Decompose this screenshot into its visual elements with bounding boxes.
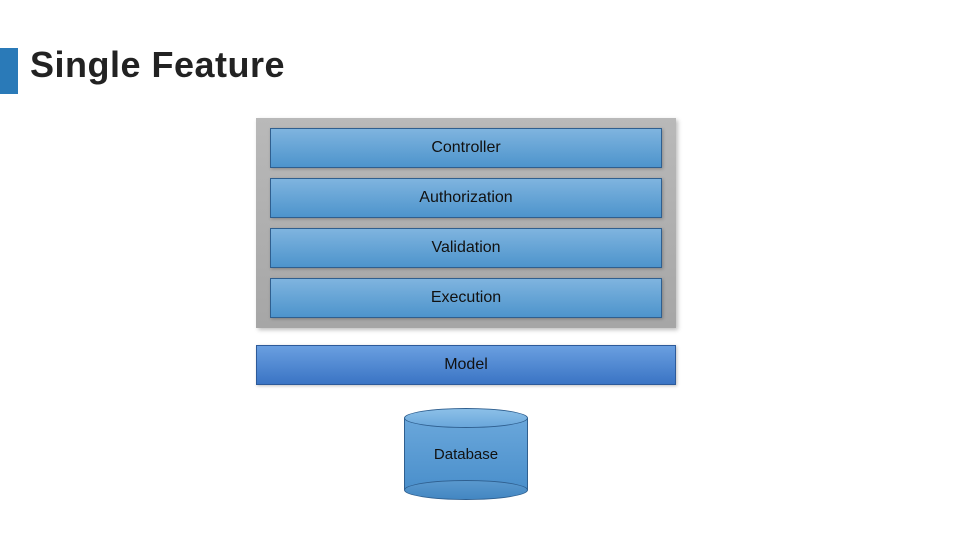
database-label: Database xyxy=(404,446,528,463)
layer-model: Model xyxy=(256,345,676,385)
slide-title: Single Feature xyxy=(30,44,285,86)
layer-validation: Validation xyxy=(270,228,662,268)
database-top-ellipse xyxy=(404,408,528,428)
layer-authorization: Authorization xyxy=(270,178,662,218)
title-accent-bar xyxy=(0,48,18,94)
layer-controller: Controller xyxy=(270,128,662,168)
feature-stack-container: Controller Authorization Validation Exec… xyxy=(256,118,676,328)
database-bottom-ellipse xyxy=(404,480,528,500)
database-cylinder: Database xyxy=(404,408,528,500)
layer-execution: Execution xyxy=(270,278,662,318)
slide: Single Feature Controller Authorization … xyxy=(0,0,960,540)
